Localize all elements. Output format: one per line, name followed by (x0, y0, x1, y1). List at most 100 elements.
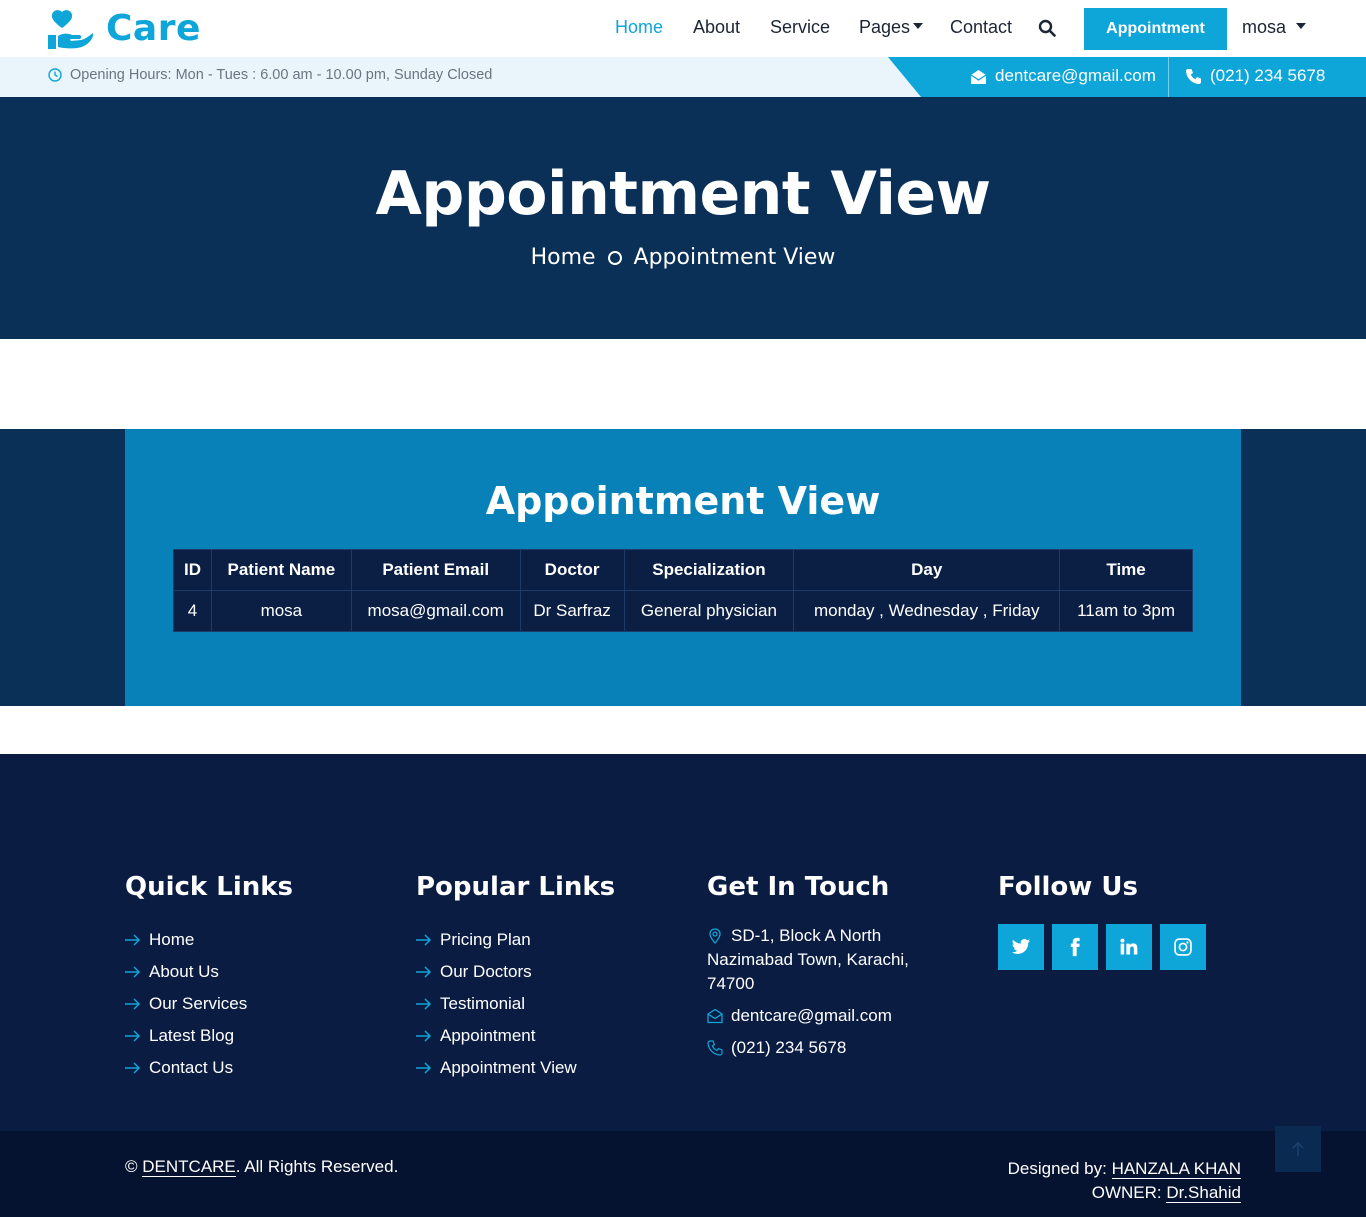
footer-link-label: Testimonial (440, 994, 526, 1013)
search-icon[interactable] (1038, 19, 1056, 37)
topbar-email-text: dentcare@gmail.com (995, 66, 1156, 85)
social-links (998, 924, 1206, 970)
footer-link-home[interactable]: Home (125, 924, 293, 956)
footer-phone[interactable]: (021) 234 5678 (707, 1036, 909, 1060)
footer-link-label: Our Services (149, 994, 248, 1013)
chevron-down-icon (1296, 23, 1307, 29)
footer-link-contact[interactable]: Contact Us (125, 1052, 293, 1084)
twitter-icon (1011, 939, 1031, 954)
table-row: 4 mosa mosa@gmail.com Dr Sarfraz General… (173, 590, 1193, 632)
chevron-down-icon (913, 23, 924, 29)
instagram-button[interactable] (1160, 924, 1206, 970)
nav-about[interactable]: About (693, 17, 740, 38)
nav-home[interactable]: Home (615, 17, 663, 38)
column-header: Patient Name (210, 549, 352, 591)
footer-email-text: dentcare@gmail.com (731, 1006, 892, 1025)
appointment-title: Appointment View (485, 479, 881, 523)
footer-link-label: Home (149, 930, 195, 949)
cell-time: 11am to 3pm (1059, 590, 1193, 632)
facebook-button[interactable] (1052, 924, 1098, 970)
footer-link-label: Contact Us (149, 1058, 234, 1077)
cell-patient-email: mosa@gmail.com (350, 590, 521, 632)
arrow-right-icon (125, 1030, 141, 1042)
dentcare-link[interactable]: DENTCARE (142, 1157, 236, 1177)
column-header: Time (1059, 549, 1193, 591)
copyright-text: . All Rights Reserved. (235, 1157, 399, 1176)
arrow-right-icon (416, 1062, 432, 1074)
footer-link-about[interactable]: About Us (125, 956, 293, 988)
brand-name: Care (106, 8, 201, 49)
cell-id: 4 (173, 590, 212, 632)
circle-icon (607, 250, 622, 265)
clock-icon (48, 68, 62, 82)
column-header: ID (173, 549, 212, 591)
appointment-table: ID Patient Name Patient Email Doctor Spe… (173, 549, 1193, 632)
footer-link-label: Appointment View (440, 1058, 577, 1077)
twitter-button[interactable] (998, 924, 1044, 970)
envelope-icon (707, 1008, 723, 1024)
nav-pages-dropdown[interactable]: Pages (859, 17, 924, 38)
back-to-top-button[interactable] (1275, 1126, 1321, 1172)
topbar-phone[interactable]: (021) 234 5678 (1185, 66, 1325, 86)
follow-heading: Follow Us (998, 872, 1138, 902)
user-name: mosa (1242, 17, 1287, 37)
footer-link-label: Appointment (440, 1026, 536, 1045)
divider (1168, 57, 1169, 97)
follow-column: Follow Us (998, 872, 1206, 970)
footer-link-doctors[interactable]: Our Doctors (416, 956, 615, 988)
cell-specialization: General physician (623, 590, 795, 632)
nav-contact[interactable]: Contact (950, 17, 1012, 38)
brand-logo[interactable]: Care (48, 8, 201, 49)
phone-icon (1186, 68, 1201, 84)
appointment-button[interactable]: Appointment (1084, 8, 1227, 50)
arrow-right-icon (416, 966, 432, 978)
column-header: Patient Email (350, 549, 521, 591)
arrow-right-icon (416, 998, 432, 1010)
instagram-icon (1174, 938, 1192, 956)
footer-link-testimonial[interactable]: Testimonial (416, 988, 615, 1020)
map-marker-icon (709, 928, 721, 944)
address-line-3: 74700 (707, 974, 755, 993)
top-info-bar: Opening Hours: Mon - Tues : 6.00 am - 10… (0, 57, 1366, 97)
column-header: Doctor (519, 549, 625, 591)
appointment-panel: Appointment View ID Patient Name Patient… (125, 429, 1241, 706)
topbar-phone-text: (021) 234 5678 (1210, 66, 1326, 85)
quick-links-column: Quick Links Home About Us Our Services L… (125, 872, 293, 1084)
designer-link[interactable]: HANZALA KHAN (1111, 1159, 1241, 1179)
copyright-bar: © DENTCARE. All Rights Reserved. Designe… (0, 1131, 1366, 1217)
footer-email[interactable]: dentcare@gmail.com (707, 1004, 909, 1028)
popular-links-column: Popular Links Pricing Plan Our Doctors T… (416, 872, 615, 1084)
footer: Quick Links Home About Us Our Services L… (0, 754, 1366, 1131)
quick-links-heading: Quick Links (125, 872, 294, 902)
topbar-email[interactable]: dentcare@gmail.com (970, 66, 1156, 86)
breadcrumb-current: Appointment View (633, 245, 836, 270)
footer-link-services[interactable]: Our Services (125, 988, 293, 1020)
breadcrumb: Home Appointment View (0, 245, 1366, 270)
appointment-section: Appointment View ID Patient Name Patient… (0, 429, 1366, 706)
footer-link-label: Latest Blog (149, 1026, 235, 1045)
arrow-up-icon (1292, 1141, 1304, 1156)
footer-link-appointment-view[interactable]: Appointment View (416, 1052, 615, 1084)
footer-link-blog[interactable]: Latest Blog (125, 1020, 293, 1052)
footer-link-label: Pricing Plan (440, 930, 531, 949)
arrow-right-icon (125, 1062, 141, 1074)
linkedin-button[interactable] (1106, 924, 1152, 970)
footer-link-appointment[interactable]: Appointment (416, 1020, 615, 1052)
user-menu-dropdown[interactable]: mosa (1242, 17, 1307, 38)
footer-phone-text: (021) 234 5678 (731, 1038, 847, 1057)
footer-address: SD-1, Block A North Nazimabad Town, Kara… (707, 924, 909, 996)
popular-links-heading: Popular Links (416, 872, 616, 902)
arrow-right-icon (416, 1030, 432, 1042)
footer-link-pricing[interactable]: Pricing Plan (416, 924, 615, 956)
facebook-icon (1070, 937, 1080, 957)
owner-link[interactable]: Dr.Shahid (1166, 1183, 1241, 1203)
footer-link-label: Our Doctors (440, 962, 532, 981)
copyright: © DENTCARE. All Rights Reserved. (125, 1157, 398, 1177)
contact-column: Get In Touch SD-1, Block A North Nazimab… (707, 872, 909, 1068)
nav-service[interactable]: Service (770, 17, 830, 38)
phone-icon (707, 1040, 723, 1056)
designed-by-label: Designed by: (1007, 1159, 1112, 1178)
cell-doctor: Dr Sarfraz (519, 590, 625, 632)
breadcrumb-home[interactable]: Home (531, 245, 596, 270)
opening-hours-text: Opening Hours: Mon - Tues : 6.00 am - 10… (70, 67, 493, 83)
